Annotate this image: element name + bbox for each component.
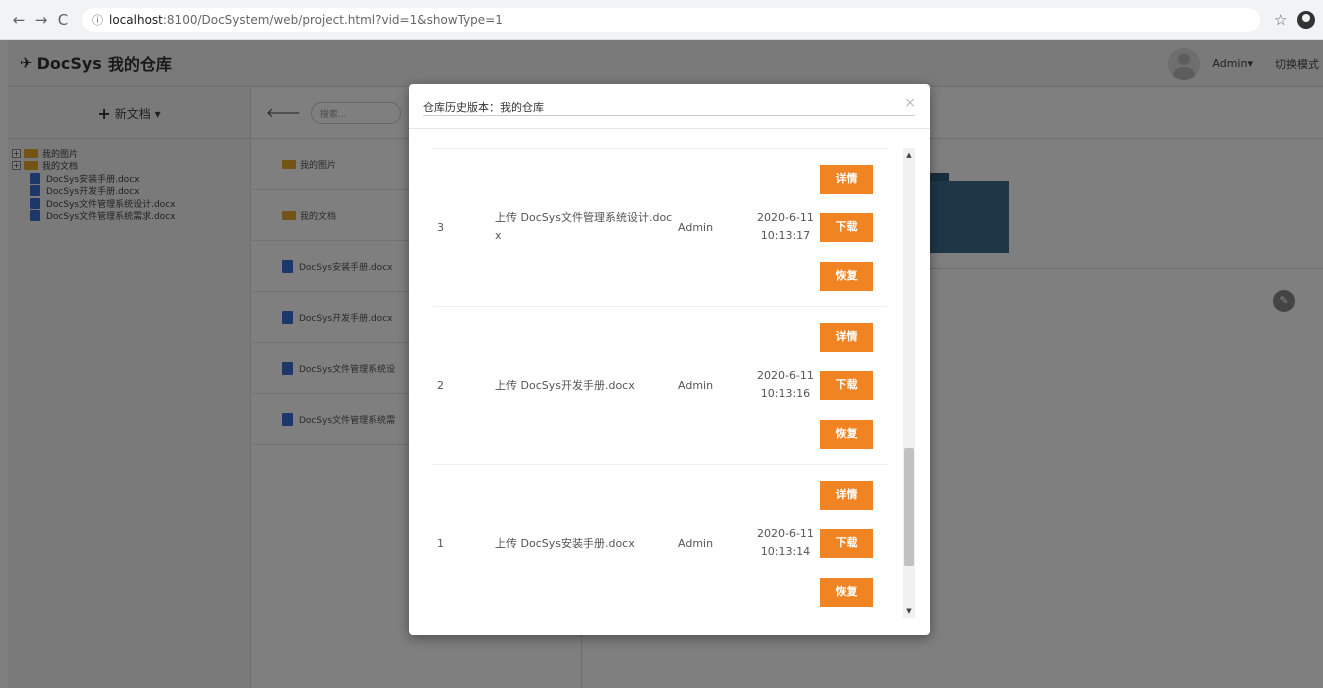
scroll-thumb[interactable]	[904, 448, 914, 566]
commit-message: 上传 DocSys文件管理系统设计.docx	[495, 211, 673, 242]
reload-icon[interactable]: C	[52, 11, 74, 29]
version-number: 2	[437, 379, 444, 392]
scrollbar[interactable]: ▲ ▼	[903, 148, 915, 618]
history-row: 2 上传 DocSys开发手册.docx Admin 2020-6-11 10:…	[433, 306, 887, 464]
commit-clock: 10:13:16	[760, 387, 811, 400]
commit-message: 上传 DocSys开发手册.docx	[495, 379, 635, 392]
detail-button[interactable]: 详情	[820, 165, 873, 194]
history-row: 1 上传 DocSys安装手册.docx Admin 2020-6-11 10:…	[433, 464, 887, 622]
history-row: 3 上传 DocSys文件管理系统设计.docx Admin 2020-6-11…	[433, 148, 887, 306]
url-path: :8100/DocSystem/web/project.html?vid=1&s…	[162, 12, 503, 27]
restore-button[interactable]: 恢复	[820, 578, 873, 607]
modal-header: 仓库历史版本：我的仓库 ×	[409, 84, 930, 128]
scroll-down-icon[interactable]: ▼	[903, 604, 915, 618]
forward-icon[interactable]: →	[30, 11, 52, 29]
scroll-up-icon[interactable]: ▲	[903, 148, 915, 162]
url-host: localhost	[109, 12, 163, 27]
history-list: 3 上传 DocSys文件管理系统设计.docx Admin 2020-6-11…	[433, 148, 887, 618]
commit-message: 上传 DocSys安装手册.docx	[495, 537, 635, 550]
download-button[interactable]: 下载	[820, 213, 873, 242]
modal-title: 仓库历史版本：我的仓库	[423, 101, 544, 114]
address-bar[interactable]: ⓘ localhost:8100/DocSystem/web/project.h…	[82, 7, 1260, 32]
commit-clock: 10:13:14	[760, 545, 811, 558]
divider	[409, 128, 930, 129]
commit-user: Admin	[678, 221, 714, 234]
download-button[interactable]: 下载	[820, 371, 873, 400]
commit-time: 2020-6-11 10:13:17	[757, 209, 814, 245]
bookmark-star-icon[interactable]: ☆	[1274, 11, 1287, 29]
version-number: 3	[437, 221, 444, 234]
version-number: 1	[437, 537, 444, 550]
download-button[interactable]: 下载	[820, 529, 873, 558]
commit-date: 2020-6-11	[757, 369, 814, 382]
back-icon[interactable]: ←	[8, 11, 30, 29]
commit-time: 2020-6-11 10:13:14	[757, 525, 814, 561]
commit-date: 2020-6-11	[757, 211, 814, 224]
close-icon[interactable]: ×	[904, 95, 916, 111]
restore-button[interactable]: 恢复	[820, 420, 873, 449]
commit-user: Admin	[678, 379, 714, 392]
title-underline	[423, 115, 915, 116]
commit-user: Admin	[678, 537, 714, 550]
history-modal: 仓库历史版本：我的仓库 × 3 上传 DocSys文件管理系统设计.docx A…	[409, 84, 930, 635]
commit-date: 2020-6-11	[757, 527, 814, 540]
commit-clock: 10:13:17	[760, 229, 811, 242]
commit-time: 2020-6-11 10:13:16	[757, 367, 814, 403]
detail-button[interactable]: 详情	[820, 481, 873, 510]
browser-toolbar: ← → C ⓘ localhost:8100/DocSystem/web/pro…	[0, 0, 1323, 40]
info-icon[interactable]: ⓘ	[92, 12, 103, 28]
profile-icon[interactable]	[1297, 10, 1316, 29]
detail-button[interactable]: 详情	[820, 323, 873, 352]
restore-button[interactable]: 恢复	[820, 262, 873, 291]
